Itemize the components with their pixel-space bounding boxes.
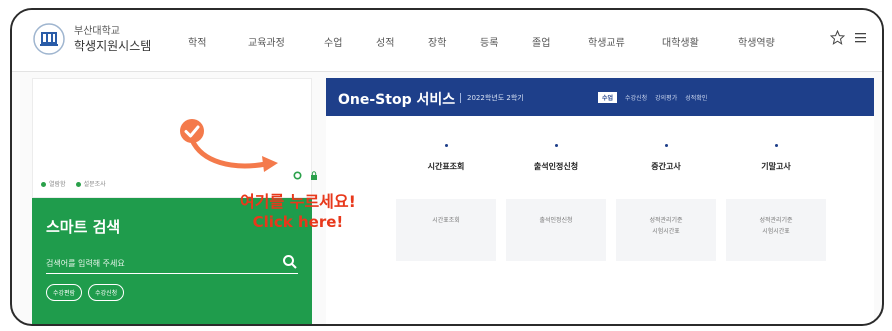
column-heading: 중간고사: [651, 162, 681, 171]
column-card[interactable]: 성적관리기준 시험시간표: [616, 199, 716, 261]
search-input[interactable]: 검색어를 입력해 주세요: [46, 252, 298, 274]
tab-course-registration[interactable]: 수강신청: [625, 93, 647, 102]
service-title: One-Stop 서비스: [338, 92, 456, 108]
column-heading: 출석인정신청: [533, 162, 579, 171]
logo-emblem-icon: [33, 23, 65, 55]
smart-search-title: 스마트 검색: [46, 218, 121, 236]
tab-classes[interactable]: 수업: [598, 92, 618, 103]
callout-korean: 여기를 누르세요!: [240, 192, 356, 211]
nav-item-academic-record[interactable]: 학적: [188, 34, 248, 49]
tab-grade-check[interactable]: 성적확인: [685, 93, 707, 102]
logo-line-2: 학생지원시스템: [74, 39, 152, 53]
service-column-final[interactable]: 기말고사 성적관리기준 시험시간표: [726, 144, 826, 261]
meta-survey[interactable]: 설문조사: [75, 179, 106, 188]
meta-inbox[interactable]: 열람함: [41, 179, 66, 188]
column-card[interactable]: 성적관리기준 시험시간표: [726, 199, 826, 261]
callout-arrow-icon: [189, 137, 278, 172]
column-card-line-2: 시험시간표: [762, 228, 790, 235]
star-icon[interactable]: [830, 30, 845, 45]
one-stop-service-panel: One-Stop 서비스 2022학년도 2학기 수업 수강신청 강의평가 성적…: [326, 78, 874, 324]
top-header: 부산대학교 학생지원시스템 학적 교육과정 수업 성적 장학 등록 졸업 학생교…: [12, 10, 882, 72]
nav-item-graduation[interactable]: 졸업: [532, 34, 588, 49]
column-card[interactable]: 출석인정신청: [506, 199, 606, 261]
main-content: 열람함 설문조사 스마트 검색 검색어를 입력해 주세요 수강편람 수강신청 O…: [22, 76, 874, 324]
service-column-attendance[interactable]: 출석인정신청 출석인정신청: [506, 144, 606, 261]
logo-line-1: 부산대학교: [74, 26, 120, 37]
search-icon[interactable]: [282, 254, 298, 270]
column-bullet: [664, 144, 668, 147]
nav-item-classes[interactable]: 수업: [324, 34, 376, 49]
nav-item-exchange[interactable]: 학생교류: [588, 34, 662, 49]
meta-inbox-label: 열람함: [49, 181, 66, 188]
column-heading: 기말고사: [761, 162, 791, 171]
callout-english: Click here!: [252, 213, 344, 231]
survey-dot-icon: [75, 182, 81, 187]
column-card-text: 출석인정신청: [539, 217, 573, 224]
column-card-line-2: 시험시간표: [652, 228, 680, 235]
nav-item-competency[interactable]: 학생역량: [738, 34, 798, 49]
column-card-line-1: 성적관리기준: [649, 217, 683, 224]
service-column-timetable[interactable]: 시간표조회 시간표조회: [396, 144, 496, 261]
nav-item-scholarship[interactable]: 장학: [428, 34, 480, 49]
lock-icon[interactable]: [310, 171, 318, 180]
column-card-text: 시간표조회: [432, 217, 460, 224]
nav-item-curriculum[interactable]: 교육과정: [248, 34, 324, 49]
column-card[interactable]: 시간표조회: [396, 199, 496, 261]
main-nav: 학적 교육과정 수업 성적 장학 등록 졸업 학생교류 대학생활 학생역량: [188, 34, 798, 49]
circle-setting-icon[interactable]: [293, 171, 302, 180]
meta-survey-label: 설문조사: [83, 181, 106, 188]
column-heading: 시간표조회: [427, 162, 465, 171]
nav-item-campus-life[interactable]: 대학생활: [662, 34, 738, 49]
service-header-bar: One-Stop 서비스 2022학년도 2학기 수업 수강신청 강의평가 성적…: [326, 78, 874, 116]
callout-text: 여기를 누르세요! Click here!: [240, 192, 356, 232]
column-bullet: [444, 144, 448, 147]
nav-item-grades[interactable]: 성적: [376, 34, 428, 49]
column-bullet: [774, 144, 778, 147]
column-bullet: [554, 144, 558, 147]
university-logo[interactable]: 부산대학교 학생지원시스템: [32, 22, 151, 56]
app-window: 부산대학교 학생지원시스템 학적 교육과정 수업 성적 장학 등록 졸업 학생교…: [10, 8, 884, 326]
service-column-midterm[interactable]: 중간고사 성적관리기준 시험시간표: [616, 144, 716, 261]
nav-item-registration[interactable]: 등록: [480, 34, 532, 49]
service-term: 2022학년도 2학기: [460, 93, 524, 103]
menu-icon[interactable]: [853, 30, 868, 45]
column-card-line-1: 성적관리기준: [759, 217, 793, 224]
chip-course-registration[interactable]: 수강신청: [88, 284, 125, 301]
search-placeholder: 검색어를 입력해 주세요: [46, 259, 125, 268]
inbox-dot-icon: [41, 182, 46, 187]
tab-course-evaluation[interactable]: 강의평가: [655, 93, 677, 102]
chip-course-catalog[interactable]: 수강편람: [46, 284, 83, 301]
